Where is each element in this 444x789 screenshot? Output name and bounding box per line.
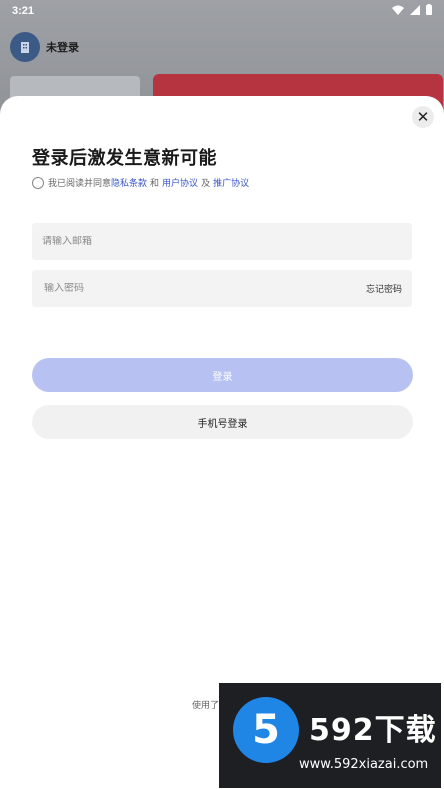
sheet-title: 登录后激发生意新可能 bbox=[32, 148, 217, 168]
login-status-text: 未登录 bbox=[46, 42, 79, 54]
agreement-prefix: 我已阅读并同意 bbox=[48, 178, 112, 188]
email-field-box bbox=[32, 223, 412, 260]
password-field[interactable] bbox=[44, 283, 366, 294]
privacy-link[interactable]: 隐私条款 bbox=[111, 176, 147, 189]
status-bar: 3:21 bbox=[0, 0, 444, 22]
phone-login-button[interactable]: 手机号登录 bbox=[32, 405, 413, 439]
watermark-logo: 5 bbox=[233, 697, 299, 763]
background-header: 未登录 bbox=[10, 32, 79, 62]
footer-text: 使用了 bbox=[192, 700, 220, 710]
forgot-password-link[interactable]: 忘记密码 bbox=[366, 282, 402, 295]
battery-icon bbox=[426, 4, 432, 18]
promo-agreement-link[interactable]: 推广协议 bbox=[213, 176, 249, 189]
password-field-box: 忘记密码 bbox=[32, 270, 412, 307]
close-icon: ✕ bbox=[416, 109, 430, 126]
avatar-icon bbox=[10, 32, 40, 62]
watermark-url: www.592xiazai.com bbox=[299, 757, 429, 772]
agreement-radio[interactable] bbox=[32, 176, 44, 189]
status-icons bbox=[392, 4, 432, 18]
status-time: 3:21 bbox=[12, 5, 35, 17]
email-field[interactable] bbox=[42, 236, 402, 247]
agreement-and2: 及 bbox=[201, 178, 211, 188]
login-button[interactable]: 登录 bbox=[32, 358, 413, 392]
watermark-title: 592下载 bbox=[309, 713, 437, 748]
wifi-icon bbox=[392, 5, 404, 18]
close-button[interactable]: ✕ bbox=[412, 106, 434, 128]
watermark: 5 592下载 www.592xiazai.com bbox=[219, 683, 441, 788]
user-agreement-link[interactable]: 用户协议 bbox=[162, 176, 198, 189]
agreement-and: 和 bbox=[150, 178, 160, 188]
signal-icon bbox=[410, 4, 420, 18]
agreement-row: 我已阅读并同意 隐私条款 和 用户协议 及 推广协议 bbox=[32, 176, 249, 189]
